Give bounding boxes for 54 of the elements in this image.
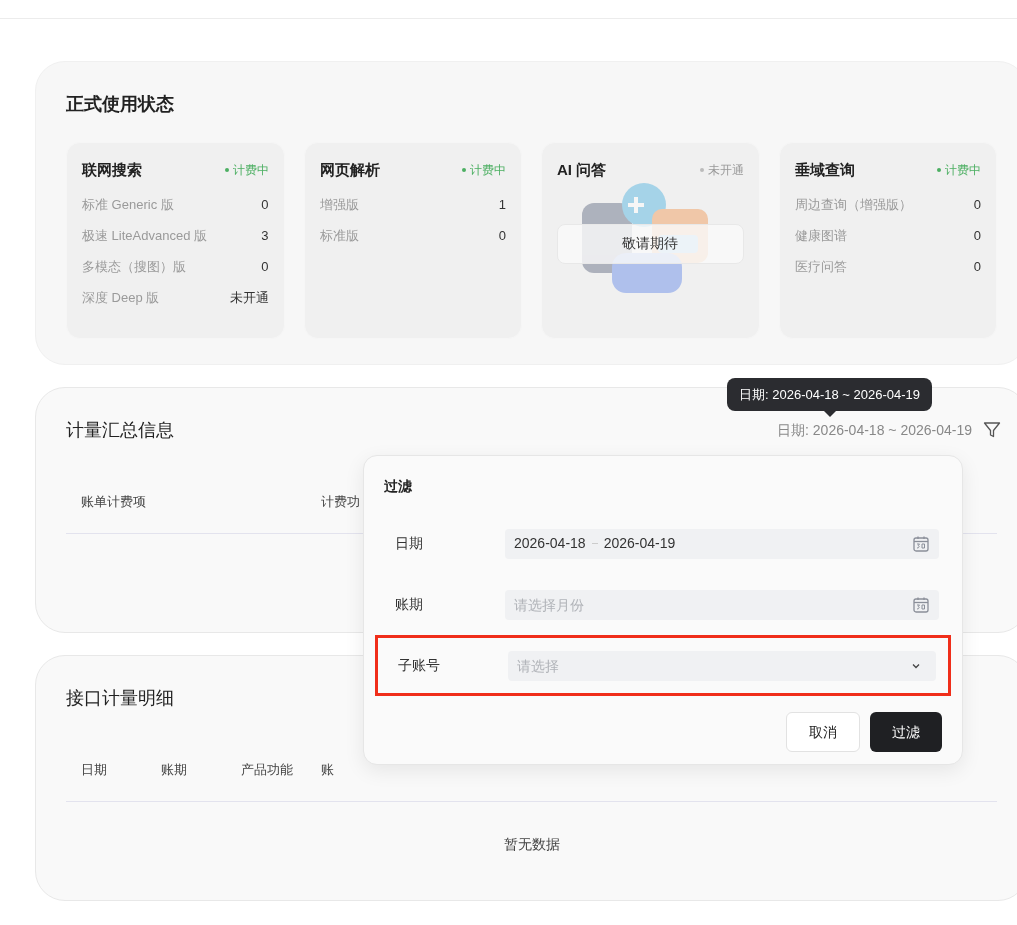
empty-message: 暂无数据 [502,835,561,854]
cancel-button[interactable]: 取消 [786,712,860,752]
end-date: 2026-04-19 [603,534,676,553]
metric-value: 0 [973,257,981,276]
card-title: 网页解析 [319,160,380,180]
metric-value: 1 [498,195,506,214]
field-label: 子账号 [398,656,441,675]
field-label: 日期 [395,534,424,553]
section-title: 接口计量明细 [66,687,175,710]
calendar-icon [912,534,930,553]
metric-label: 多模态（搜图）版 [82,257,186,276]
status-label: 计费中 [937,161,981,180]
apply-button[interactable]: 过滤 [870,712,942,752]
column-header: 账 [321,760,335,779]
card-title: 联网搜索 [82,160,142,180]
start-date: 2026-04-18 [514,534,586,553]
column-header: 账期 [161,760,188,779]
filter-icon[interactable] [982,420,1002,440]
column-header: 计费功 [321,492,360,511]
metric-value: 0 [261,195,269,214]
popover-title: 过滤 [384,477,413,496]
metric-label: 周边查询（增强版） [794,195,912,214]
card-title: 垂域查询 [794,160,855,180]
date-tooltip: 日期: 2026-04-18 ~ 2026-04-19 [727,378,933,411]
coming-soon-button[interactable]: 敬请期待 [557,223,744,264]
status-label: 计费中 [224,161,269,180]
field-label: 账期 [395,595,424,614]
metric-label: 医疗问答 [794,257,847,276]
metric-value: 0 [498,226,506,245]
metric-label: 健康图谱 [794,226,847,245]
month-field[interactable]: 请选择月份 [505,589,939,620]
metric-value: 0 [261,257,269,276]
metric-value: 3 [261,226,269,245]
column-header: 日期 [81,760,108,779]
calendar-icon [912,595,930,614]
status-label: 未开通 [699,161,744,180]
metric-value: 0 [973,226,981,245]
metric-label: 标准 Generic 版 [82,195,174,214]
tooltip-arrow [823,411,836,417]
date-range-text: 日期: 2026-04-18 ~ 2026-04-19 [777,420,972,440]
section-title: 计量汇总信息 [66,419,174,442]
column-header: 产品功能 [241,760,294,779]
metric-label: 标准版 [319,226,359,245]
metric-value: 0 [973,195,981,214]
metric-label: 极速 LiteAdvanced 版 [82,226,207,245]
metric-value: 未开通 [229,288,269,307]
status-label: 计费中 [462,161,506,180]
date-range-field[interactable]: 2026-04-18 2026-04-19 [505,528,939,559]
select-field[interactable]: 请选择 [508,650,936,681]
column-header: 账单计费项 [80,492,147,511]
metric-label: 深度 Deep 版 [82,288,160,307]
section-title: 正式使用状态 [66,93,175,116]
card-title: AI 问答 [557,160,607,180]
metric-label: 增强版 [319,195,359,214]
